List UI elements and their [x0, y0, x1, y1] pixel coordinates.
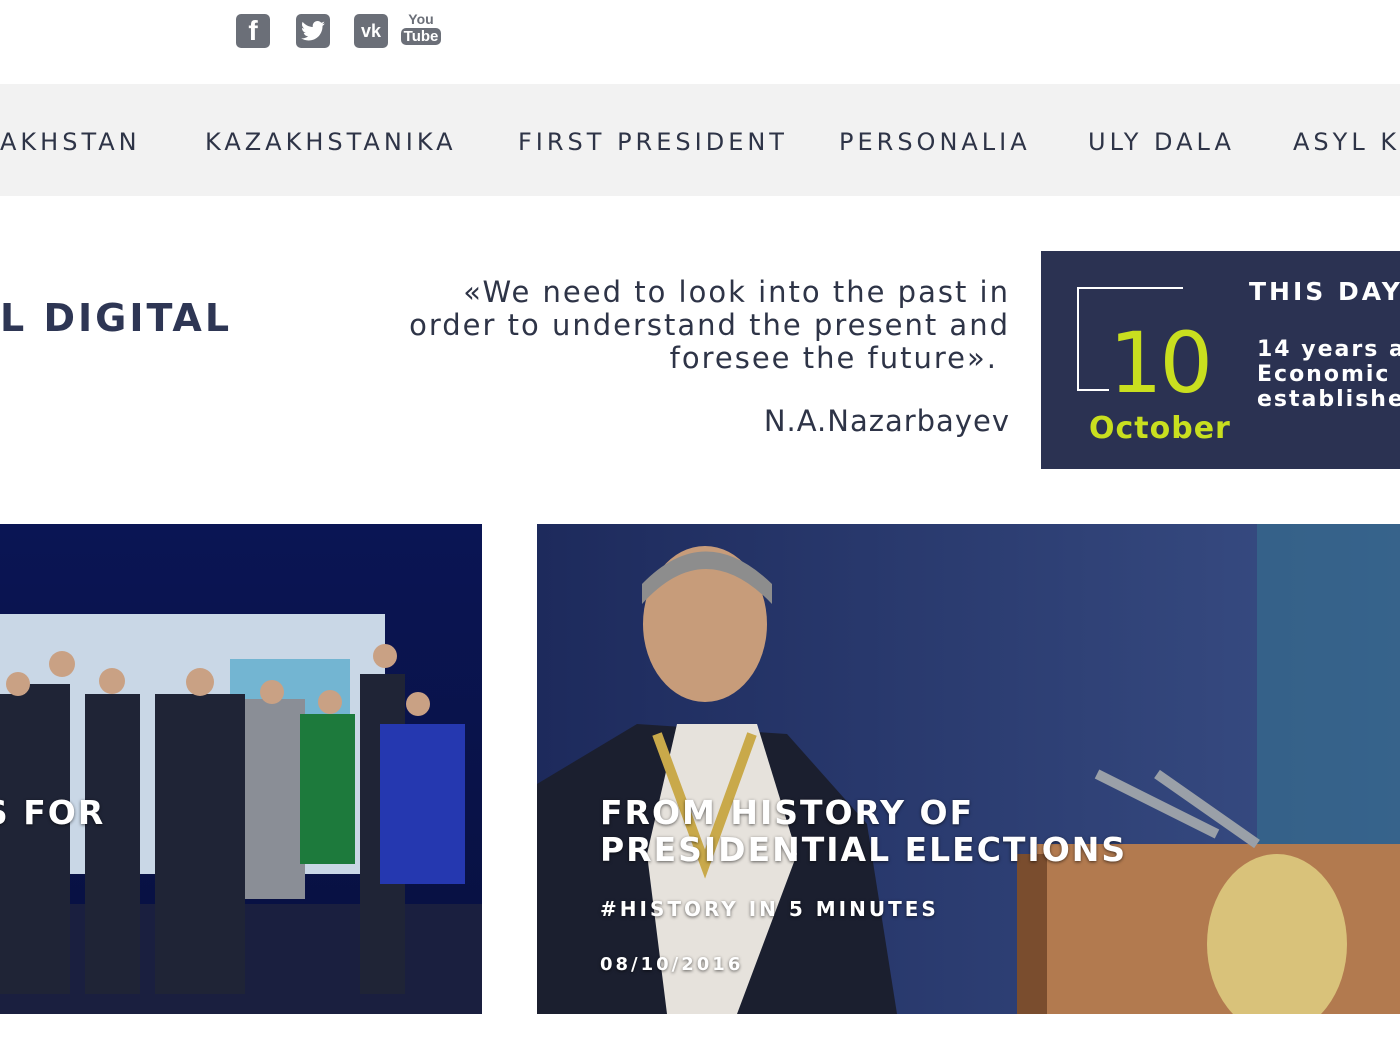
article-card[interactable]: S FOR	[0, 524, 482, 1014]
card-title[interactable]: FROM HISTORY OF PRESIDENTIAL ELECTIONS	[600, 794, 1127, 868]
site-logo[interactable]: L DIGITAL	[0, 296, 232, 340]
nav-item-uly-dala[interactable]: ULY DALA	[1088, 128, 1235, 156]
card-tag[interactable]: #HISTORY IN 5 MINUTES	[600, 897, 939, 921]
this-day-widget[interactable]: THIS DAY 10 October 14 years a Economic …	[1041, 251, 1400, 469]
youtube-tube: Tube	[400, 28, 442, 45]
this-day-desc-line-2: Economic	[1257, 362, 1391, 387]
quote-line-1: «We need to look into the past in	[463, 275, 1010, 309]
article-card-presidential-elections[interactable]: FROM HISTORY OF PRESIDENTIAL ELECTIONS #…	[537, 524, 1400, 1014]
card-image	[0, 524, 482, 1014]
youtube-icon[interactable]: You Tube	[400, 8, 442, 48]
nav-item-kazakhstanika[interactable]: KAZAKHSTANIKA	[205, 128, 457, 156]
youtube-you: You	[408, 11, 434, 27]
nav-item-personalia[interactable]: PERSONALIA	[839, 128, 1031, 156]
card-image	[537, 524, 1400, 1014]
main-nav: AKHSTAN KAZAKHSTANIKA FIRST PRESIDENT PE…	[0, 84, 1400, 196]
vk-icon[interactable]: vk	[354, 14, 388, 48]
twitter-icon[interactable]	[296, 14, 330, 48]
nav-item-kazakhstan[interactable]: AKHSTAN	[0, 128, 141, 156]
this-day-desc-line-3: establishe	[1257, 387, 1400, 412]
quote-line-2: order to understand the present and	[409, 308, 1010, 342]
quote-author: N.A.Nazarbayev	[763, 404, 1010, 438]
nav-item-first-president[interactable]: FIRST PRESIDENT	[518, 128, 788, 156]
facebook-glyph: f	[248, 15, 258, 46]
quote-line-3: foresee the future».	[669, 341, 998, 375]
quote-text: «We need to look into the past in order …	[320, 276, 1010, 375]
this-day-day: 10	[1109, 314, 1213, 412]
card-title-line-1: FROM HISTORY OF	[600, 793, 975, 832]
twitter-bird-glyph	[301, 21, 325, 41]
vk-glyph: vk	[360, 20, 382, 41]
this-day-title: THIS DAY	[1249, 277, 1400, 306]
card-title[interactable]: S FOR	[0, 794, 105, 831]
card-date: 08/10/2016	[600, 954, 744, 975]
this-day-month: October	[1089, 411, 1231, 446]
this-day-desc-line-1: 14 years a	[1257, 337, 1400, 362]
card-title-line-2: PRESIDENTIAL ELECTIONS	[600, 830, 1128, 869]
this-day-description: 14 years a Economic establishe	[1257, 337, 1400, 412]
nav-item-asyl-k[interactable]: ASYL K	[1293, 128, 1400, 156]
facebook-icon[interactable]: f	[236, 14, 270, 48]
